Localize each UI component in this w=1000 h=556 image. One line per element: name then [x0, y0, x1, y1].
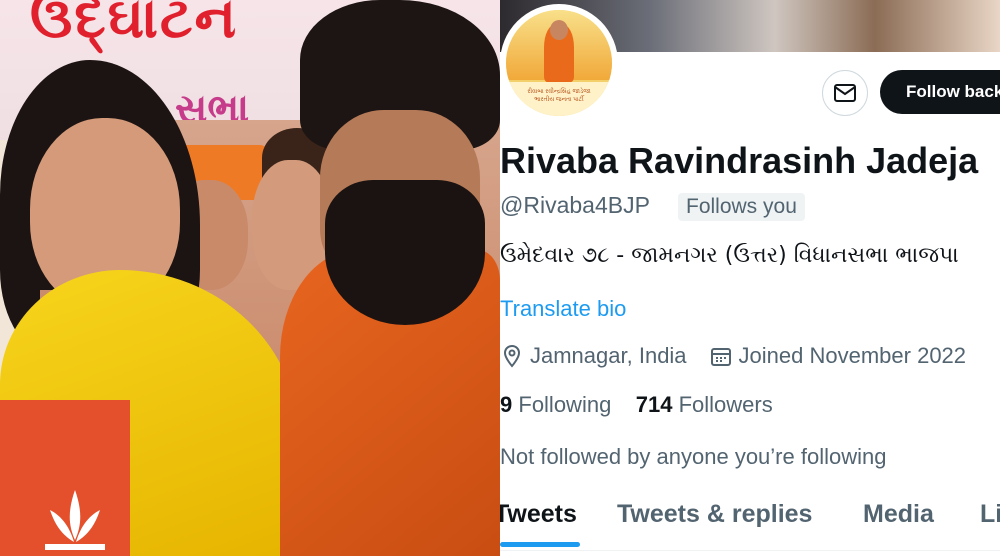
- location-text: Jamnagar, India: [530, 343, 687, 368]
- followers-label: Followers: [678, 392, 773, 417]
- follow-stats: 9 Following 714 Followers: [500, 392, 773, 418]
- lotus-logo-icon: [45, 490, 105, 550]
- profile-meta: Jamnagar, India Joined November 2022: [500, 343, 966, 369]
- follows-you-badge: Follows you: [678, 193, 805, 221]
- followers-link[interactable]: 714 Followers: [636, 392, 773, 417]
- avatar[interactable]: રીવાબા રવીન્દ્રસિંહ જાડેજા ભારતીય જનતા પ…: [500, 4, 618, 122]
- tab-media[interactable]: Media: [863, 500, 934, 529]
- tab-tweets-replies[interactable]: Tweets & replies: [617, 500, 812, 529]
- following-count: 9: [500, 392, 513, 417]
- tabs-divider: [500, 550, 1000, 551]
- message-button[interactable]: [822, 70, 868, 116]
- follow-back-button[interactable]: Follow back: [880, 70, 1000, 114]
- joined-date: Joined November 2022: [738, 343, 967, 368]
- following-label: Following: [518, 392, 612, 417]
- avatar-caption-party: ભારતીય જનતા પાર્ટી: [534, 97, 584, 103]
- twitter-profile: રીવાબા રવીન્દ્રસિંહ જાડેજા ભારતીય જનતા પ…: [500, 0, 1000, 556]
- profile-handle: @Rivaba4BJP: [500, 192, 650, 218]
- avatar-image: રીવાબા રવીન્દ્રસિંહ જાડેજા ભારતીય જનતા પ…: [506, 10, 612, 116]
- profile-tabs: Tweets Tweets & replies Media Likes: [500, 496, 1000, 556]
- translate-bio-link[interactable]: Translate bio: [500, 296, 626, 322]
- avatar-caption: રીવાબા રવીન્દ્રસિંહ જાડેજા ભારતીય જનતા પ…: [514, 88, 604, 104]
- profile-name: Rivaba Ravindrasinh Jadeja: [500, 140, 979, 181]
- tab-likes[interactable]: Likes: [980, 500, 1000, 529]
- profile-bio: ઉમેદવાર ૭૮ - જામનગર (ઉત્તર) વિધાનસભા ભાજ…: [500, 243, 959, 268]
- followers-count: 714: [635, 392, 673, 417]
- active-tab-indicator: [500, 542, 580, 547]
- avatar-caption-name: રીવાબા રવીન્દ્રસિંહ જાડેજા: [527, 89, 591, 95]
- tab-tweets[interactable]: Tweets: [500, 500, 577, 529]
- mail-icon: [834, 84, 856, 102]
- not-followed-notice: Not followed by anyone you’re following: [500, 444, 887, 469]
- following-link[interactable]: 9 Following: [500, 392, 611, 417]
- news-photo: ઉદ્ઘાટન સભા: [0, 0, 500, 556]
- avatar-head: [550, 20, 568, 40]
- banner-text-top: ઉદ્ઘાટન: [30, 0, 239, 51]
- calendar-icon: [710, 348, 731, 366]
- location-pin-icon: [503, 344, 521, 368]
- man-beard: [325, 180, 485, 325]
